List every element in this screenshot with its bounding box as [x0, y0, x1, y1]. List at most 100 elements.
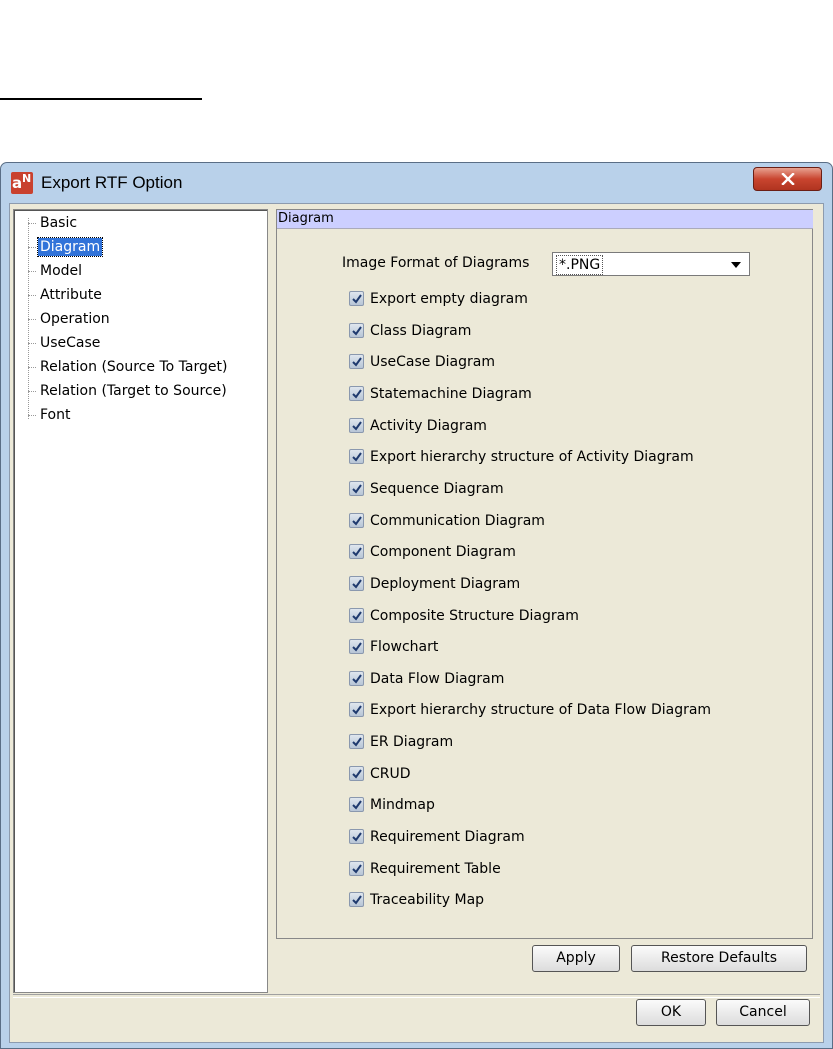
check-icon: [352, 547, 362, 557]
check-icon: [352, 864, 362, 874]
checkbox-box[interactable]: [349, 670, 364, 686]
check-icon: [352, 800, 362, 810]
dialog-client-area: Basic Diagram Model Attribute Operation UseCa…: [9, 203, 824, 1043]
check-icon: [352, 832, 362, 842]
checkbox-box[interactable]: [349, 575, 364, 591]
tree-item-attribute[interactable]: Attribute: [28, 284, 104, 306]
check-icon: [352, 610, 362, 621]
check-icon: [352, 389, 362, 399]
options-tree[interactable]: Basic Diagram Model Attribute Operation UseCa…: [13, 209, 268, 993]
tree-item-label: Font: [40, 407, 71, 423]
export-rtf-option-dialog: a N Export RTF Option Basic Diagram Model A…: [0, 162, 833, 1049]
checkbox-box[interactable]: [349, 607, 364, 623]
check-icon: [352, 705, 362, 715]
tree-item-label: Diagram: [36, 237, 104, 257]
checkbox-box[interactable]: [349, 449, 364, 465]
checkbox-label: Communication Diagram: [370, 512, 545, 529]
tree-item-label: Relation (Source To Target): [40, 359, 228, 375]
checkbox-box[interactable]: [349, 860, 364, 876]
tree-item-label: Operation: [40, 311, 110, 327]
checkbox-label: Export empty diagram: [370, 291, 528, 307]
tree-item-diagram[interactable]: Diagram: [28, 236, 104, 258]
checkbox-label: Composite Structure Diagram: [370, 607, 579, 624]
tree-connector: [28, 318, 36, 320]
diagram-options-panel: Diagram Image Format of Diagrams *.PNG E…: [276, 209, 813, 972]
check-icon: [352, 326, 362, 336]
checkbox-label: Component Diagram: [370, 544, 516, 561]
ok-button[interactable]: OK: [636, 999, 706, 1026]
checkbox-label: Export hierarchy structure of Data Flow …: [370, 702, 712, 719]
checkbox-label: Activity Diagram: [370, 417, 487, 434]
checkbox-box[interactable]: [349, 639, 364, 655]
image-format-value: *.PNG: [556, 255, 604, 275]
check-icon: [352, 515, 362, 526]
tree-item-label: Relation (Target to Source): [40, 383, 227, 399]
check-icon: [352, 642, 362, 652]
top-divider-line: [0, 98, 202, 100]
check-icon: [352, 737, 362, 747]
footer-separator: [13, 994, 820, 998]
checkbox-box[interactable]: [349, 797, 364, 813]
close-icon: [781, 173, 795, 185]
tree-item-model[interactable]: Model: [28, 260, 84, 282]
check-icon: [352, 357, 362, 367]
tree-item-usecase[interactable]: UseCase: [28, 332, 102, 354]
tree-connector: [28, 270, 36, 272]
restore-defaults-button[interactable]: Restore Defaults: [631, 945, 807, 972]
tree-item-operation[interactable]: Operation: [28, 308, 112, 330]
checkbox-box[interactable]: [349, 829, 364, 845]
checkbox-label: CRUD: [370, 765, 411, 782]
window-title: Export RTF Option: [41, 173, 183, 192]
checkbox-box[interactable]: [349, 291, 364, 306]
tree-item-relation-target-to-source[interactable]: Relation (Target to Source): [28, 380, 229, 402]
close-button[interactable]: [753, 167, 822, 191]
tree-connector: [28, 342, 36, 344]
tree-connector: [28, 390, 36, 392]
checkbox-box[interactable]: [349, 354, 364, 370]
image-format-label: Image Format of Diagrams: [342, 255, 530, 271]
tree-item-relation-source-to-target[interactable]: Relation (Source To Target): [28, 356, 229, 378]
checkbox-label: Statemachine Diagram: [370, 385, 532, 402]
checkbox-box[interactable]: [349, 734, 364, 750]
app-icon-letter: a: [12, 174, 23, 192]
checkbox-label: Flowchart: [370, 639, 439, 656]
checkbox-label: Requirement Diagram: [370, 829, 525, 846]
checkbox-label: Class Diagram: [370, 322, 472, 339]
checkbox-box[interactable]: [349, 544, 364, 560]
tree-item-basic[interactable]: Basic: [28, 212, 79, 234]
checkbox-box[interactable]: [349, 385, 364, 401]
checkbox-box[interactable]: [349, 765, 364, 781]
tree-connector: [28, 246, 36, 248]
tree-connector: [28, 414, 36, 416]
app-icon-sub-letter: N: [22, 172, 32, 185]
tree-item-label: Basic: [40, 215, 78, 231]
tree-item-label: Attribute: [40, 287, 102, 303]
check-icon: [352, 769, 362, 779]
apply-button[interactable]: Apply: [532, 945, 620, 972]
panel-header: Diagram: [277, 210, 813, 229]
tree-connector: [28, 294, 36, 296]
checkbox-box[interactable]: [349, 480, 364, 496]
chevron-down-icon: [731, 262, 741, 268]
title-bar[interactable]: a N Export RTF Option: [1, 163, 832, 203]
checkbox-label: UseCase Diagram: [370, 354, 495, 371]
checkbox-label: Sequence Diagram: [370, 480, 504, 497]
cancel-button[interactable]: Cancel: [716, 999, 810, 1026]
checkbox-label: ER Diagram: [370, 734, 454, 751]
tree-item-font[interactable]: Font: [28, 404, 72, 426]
checkbox-box[interactable]: [349, 417, 364, 433]
image-format-select[interactable]: *.PNG: [552, 252, 750, 276]
check-icon: [352, 294, 362, 304]
checkbox-box[interactable]: [349, 892, 364, 908]
tree-connector: [28, 366, 36, 368]
check-icon: [352, 579, 362, 589]
checkbox-label: Data Flow Diagram: [370, 670, 505, 687]
tree-item-label: UseCase: [40, 335, 101, 351]
check-icon: [352, 674, 362, 684]
checkbox-box[interactable]: [349, 512, 364, 528]
checkbox-box[interactable]: [349, 322, 364, 338]
checkbox-box[interactable]: [349, 702, 364, 718]
check-icon: [352, 895, 362, 905]
checkbox-label: Mindmap: [370, 797, 435, 814]
app-icon: a N: [11, 172, 33, 194]
